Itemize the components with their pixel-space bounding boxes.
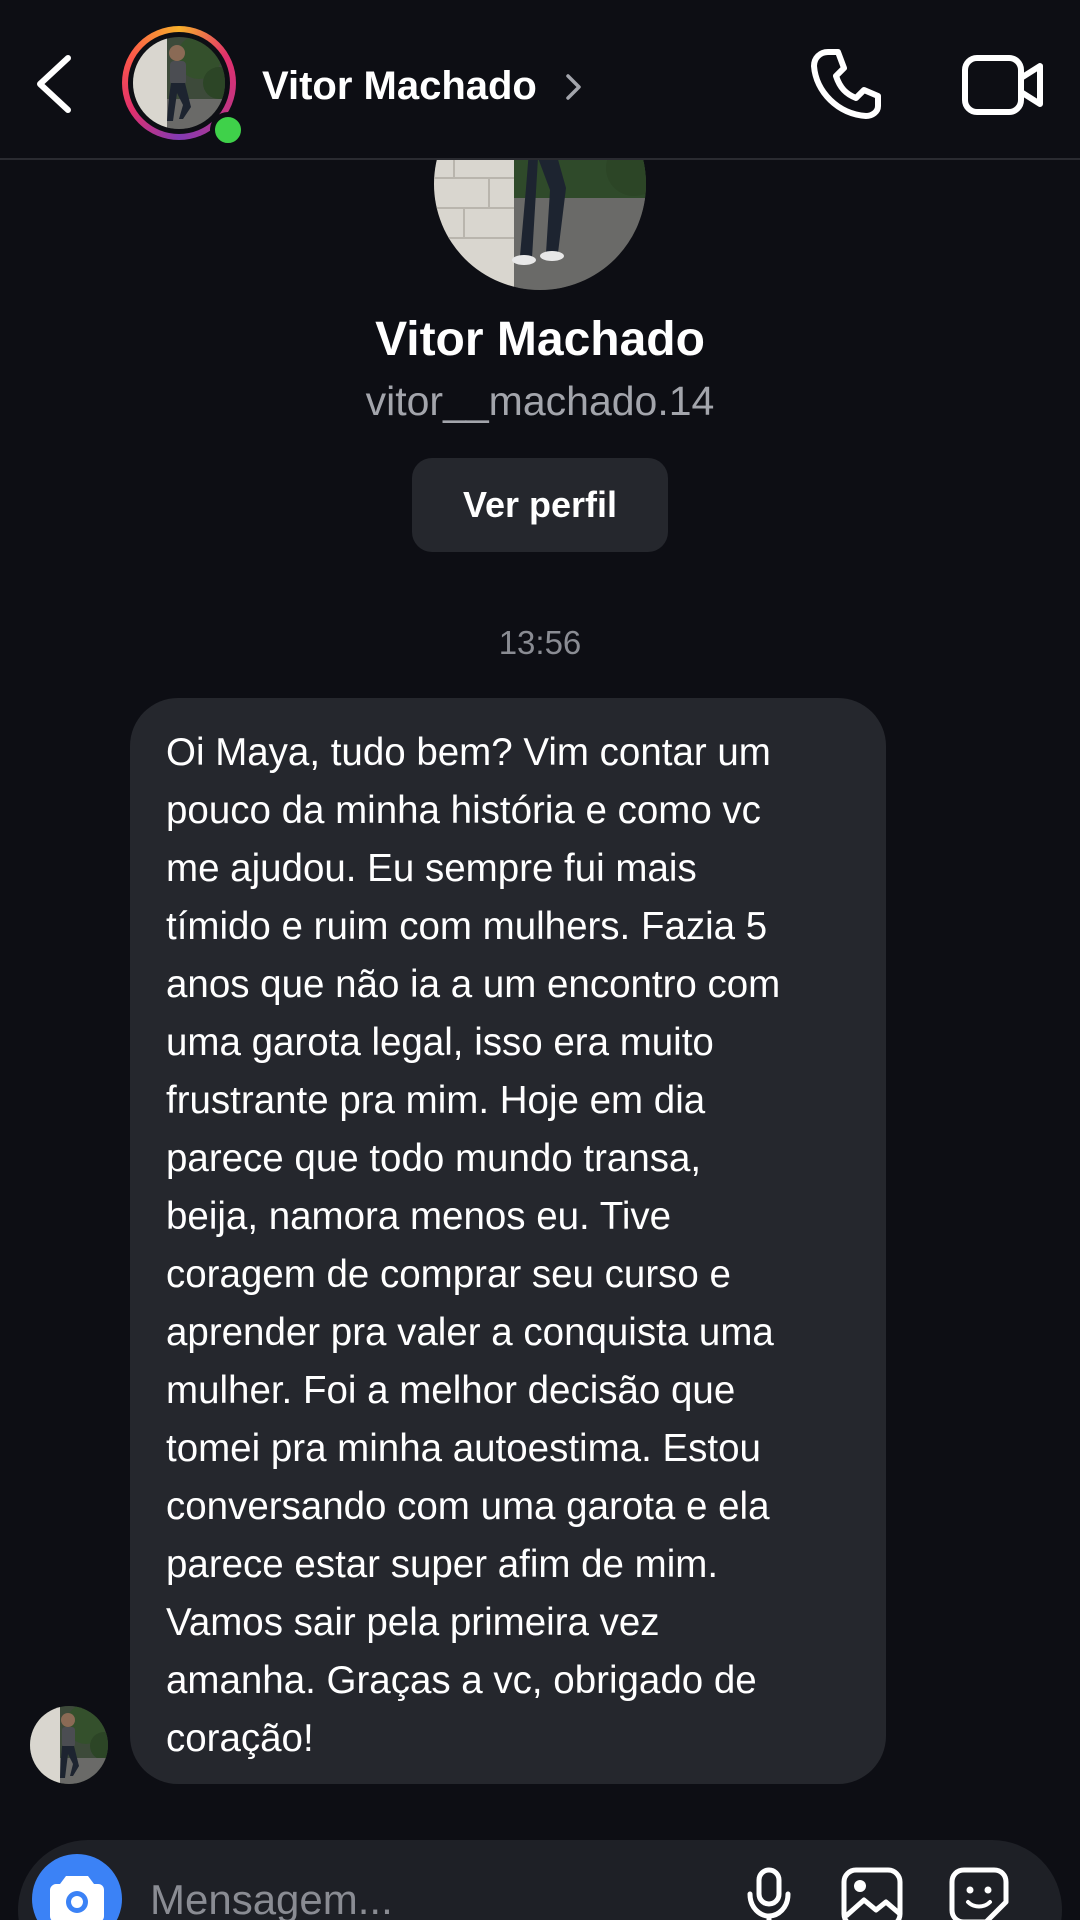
- message-timestamp: 13:56: [498, 624, 582, 661]
- chat-header: Vitor Machado: [0, 0, 1080, 160]
- chevron-right-icon[interactable]: [562, 70, 584, 104]
- video-camera-icon: [962, 55, 1043, 115]
- phone-icon: [811, 49, 881, 119]
- chevron-left-icon: [37, 55, 71, 113]
- online-status-indicator: [210, 112, 246, 148]
- avatar: [133, 37, 225, 129]
- message-bubble[interactable]: Oi Maya, tudo bem? Vim contar um pouco d…: [130, 698, 886, 1784]
- view-profile-button[interactable]: Ver perfil: [412, 458, 668, 552]
- chat-screen: Vitor Machado Vitor Machado vitor__macha…: [0, 0, 1080, 1920]
- voice-message-button[interactable]: [744, 1866, 794, 1920]
- message-text: Oi Maya, tudo bem? Vim contar um pouco d…: [166, 731, 781, 1760]
- sticker-button[interactable]: [948, 1866, 1010, 1920]
- microphone-icon: [747, 1867, 791, 1920]
- header-contact-name[interactable]: Vitor Machado: [262, 64, 537, 109]
- gallery-button[interactable]: [840, 1866, 904, 1920]
- message-sender-avatar[interactable]: [30, 1706, 108, 1784]
- back-button[interactable]: [28, 50, 84, 118]
- message-input[interactable]: [150, 1870, 710, 1920]
- header-avatar[interactable]: [122, 26, 246, 148]
- image-icon: [841, 1867, 903, 1920]
- camera-icon: [50, 1876, 104, 1920]
- profile-name: Vitor Machado: [375, 313, 705, 366]
- sticker-icon: [949, 1867, 1009, 1920]
- profile-username: vitor__machado.14: [365, 378, 715, 424]
- video-call-button[interactable]: [960, 50, 1046, 120]
- voice-call-button[interactable]: [806, 44, 886, 124]
- camera-button[interactable]: [32, 1854, 122, 1920]
